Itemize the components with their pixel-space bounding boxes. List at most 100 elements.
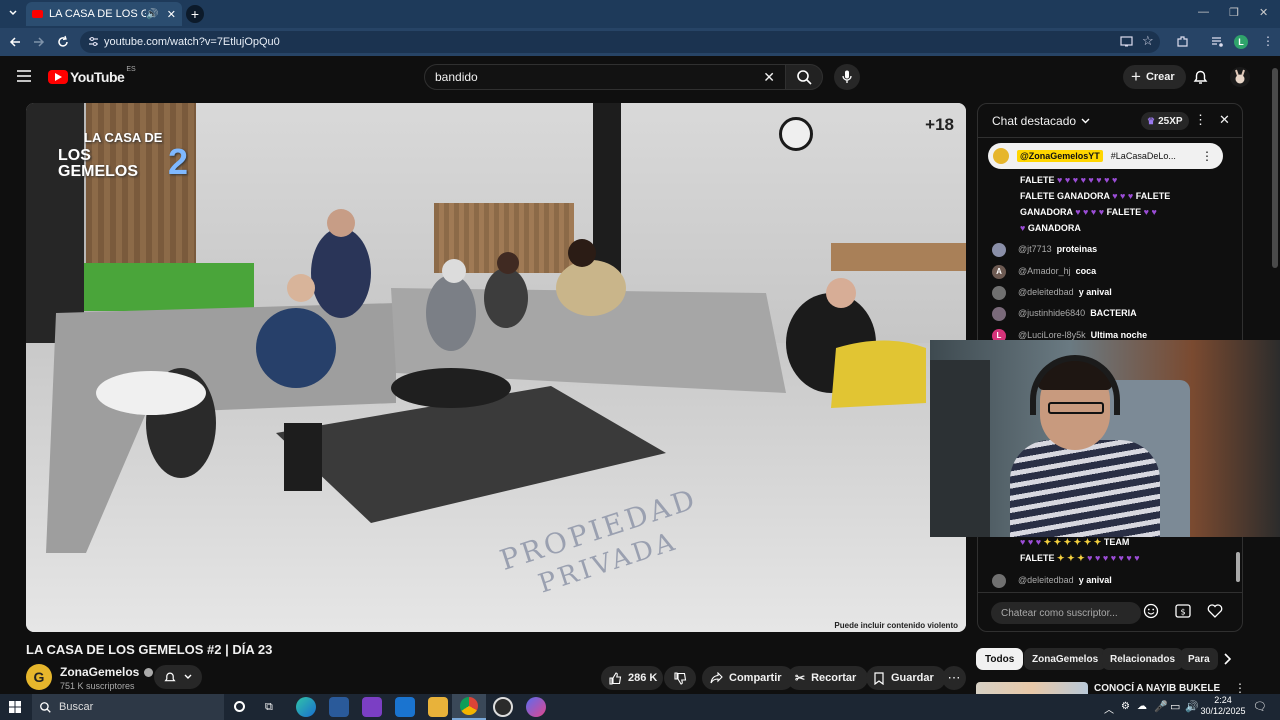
share-button[interactable]: Compartir: [702, 666, 794, 690]
chat-message[interactable]: @justinhide6840 BACTERIA: [992, 305, 1137, 321]
like-button[interactable]: 286 K: [601, 666, 663, 690]
create-button[interactable]: + Crear: [1123, 65, 1186, 89]
chat-message[interactable]: @deleitedbad y anival: [992, 284, 1112, 300]
close-chat-icon[interactable]: ✕: [1219, 112, 1230, 128]
tray-chevron-icon[interactable]: ︿: [1104, 701, 1114, 716]
hamburger-menu-icon[interactable]: [17, 70, 31, 82]
tab-close-icon[interactable]: ✕: [167, 8, 176, 21]
pinned-message[interactable]: @ZonaGemelosYT #LaCasaDeLo... ⋮: [988, 143, 1223, 169]
task-view-icon[interactable]: ⧉: [265, 701, 273, 714]
volume-icon[interactable]: 🔊: [1185, 700, 1199, 713]
restore-window-icon[interactable]: ❐: [1229, 6, 1239, 19]
xp-badge[interactable]: ♛ 25XP: [1141, 112, 1189, 130]
site-info-icon[interactable]: [88, 36, 99, 47]
youtube-header: YouTube ES bandido ✕ + Crear: [0, 56, 1270, 100]
heart-reaction-icon[interactable]: [1207, 604, 1223, 618]
account-avatar[interactable]: [1230, 67, 1250, 87]
create-label: Crear: [1145, 71, 1175, 83]
chrome-taskbar-item[interactable]: [452, 694, 486, 720]
chat-text: Ultima noche: [1090, 330, 1148, 340]
url-field[interactable]: youtube.com/watch?v=7EtlujOpQu0: [80, 31, 1160, 53]
obs-icon[interactable]: [493, 697, 513, 717]
messenger-icon[interactable]: [526, 697, 546, 717]
cast-icon[interactable]: [1120, 35, 1133, 48]
heart-emoji-icon: ♥ ♥ ♥: [1112, 191, 1134, 201]
super-chat-icon[interactable]: $: [1175, 604, 1191, 618]
chip-para[interactable]: Para: [1180, 648, 1218, 670]
store-icon[interactable]: [329, 697, 349, 717]
minimize-window-icon[interactable]: —: [1198, 6, 1209, 18]
cortana-icon[interactable]: [234, 701, 245, 712]
chips-next-chevron-icon[interactable]: [1223, 653, 1231, 665]
chat-scrollbar[interactable]: [1236, 552, 1240, 582]
chip-todos[interactable]: Todos: [976, 648, 1024, 670]
chip-zonagemelos[interactable]: ZonaGemelos: [1024, 648, 1107, 670]
profile-avatar[interactable]: L: [1234, 35, 1248, 49]
related-menu-icon[interactable]: ⋮: [1234, 681, 1246, 695]
chat-input[interactable]: Chatear como suscriptor...: [991, 602, 1141, 624]
chat-author: @deleitedbad: [1018, 575, 1074, 585]
new-tab-button[interactable]: +: [186, 5, 204, 23]
youtube-logo[interactable]: YouTube ES: [48, 66, 136, 85]
more-actions-button[interactable]: ⋯: [942, 666, 966, 690]
network-icon[interactable]: ▭: [1170, 700, 1180, 713]
reload-icon[interactable]: [56, 35, 70, 49]
channel-avatar[interactable]: G: [26, 664, 52, 690]
heart-emoji-icon: ♥ ♥ ♥: [1020, 537, 1042, 547]
search-input[interactable]: bandido ✕: [424, 64, 786, 90]
clear-search-icon[interactable]: ✕: [763, 69, 775, 86]
bookmark-star-icon[interactable]: ☆: [1142, 33, 1154, 49]
chat-author: @justinhide6840: [1018, 308, 1086, 318]
pinned-menu-icon[interactable]: ⋮: [1201, 149, 1213, 163]
audio-playing-icon[interactable]: 🔊: [146, 9, 158, 20]
chat-message[interactable]: A @Amador_hj coca: [992, 263, 1096, 279]
save-button[interactable]: Guardar: [866, 666, 946, 690]
browser-tab-bar: LA CASA DE LOS GEMELOS 🔊 ✕ + — ❐ ✕: [0, 0, 1280, 28]
emoji-icon[interactable]: [1143, 603, 1159, 619]
chat-menu-icon[interactable]: ⋮: [1194, 112, 1207, 128]
related-video-title[interactable]: CONOCÍ A NAYIB BUKELE: [1094, 683, 1220, 694]
channel-name[interactable]: ZonaGemelos: [60, 665, 154, 679]
file-explorer-icon[interactable]: [428, 697, 448, 717]
chip-relacionados[interactable]: Relacionados: [1102, 648, 1184, 670]
page-scrollbar-thumb[interactable]: [1272, 68, 1278, 268]
browser-tab[interactable]: LA CASA DE LOS GEMELOS 🔊 ✕: [26, 2, 182, 26]
dislike-button[interactable]: [664, 666, 696, 690]
voice-search-button[interactable]: [834, 64, 860, 90]
sparkles-icon: ✦ ✦ ✦ ✦ ✦ ✦: [1043, 537, 1102, 547]
outlook-icon[interactable]: [395, 697, 415, 717]
media-controls-icon[interactable]: [1211, 35, 1224, 48]
search-button[interactable]: [785, 64, 823, 90]
chat-message[interactable]: @deleitedbad y anival: [992, 572, 1112, 588]
notifications-icon[interactable]: 🗨: [1253, 700, 1267, 713]
back-arrow-icon[interactable]: [8, 35, 22, 49]
edge-icon[interactable]: [296, 697, 316, 717]
chip-label: ZonaGemelos: [1032, 653, 1099, 665]
pinned-author: @ZonaGemelosYT: [1017, 150, 1103, 162]
onedrive-icon[interactable]: ☁: [1137, 701, 1147, 712]
clock[interactable]: 2:24 30/12/2025: [1200, 695, 1246, 717]
share-label: Compartir: [729, 672, 782, 684]
extensions-icon[interactable]: [1176, 35, 1189, 48]
subscription-bell-button[interactable]: [154, 665, 202, 689]
tray-app-icon[interactable]: ⚙: [1121, 701, 1130, 712]
chat-message-block-bottom: ♥ ♥ ♥ ✦ ✦ ✦ ✦ ✦ ✦ TEAM FALETE ✦ ✦ ✦ ♥ ♥ …: [1020, 534, 1230, 566]
chat-mode-dropdown[interactable]: Chat destacado: [992, 114, 1090, 128]
related-video-thumbnail[interactable]: [976, 682, 1088, 694]
chat-block-line3: GANADORA: [1020, 207, 1073, 217]
youtube-play-icon: [48, 70, 68, 84]
clip-button[interactable]: ✂ Recortar: [787, 666, 869, 690]
tab-list-chevron-icon[interactable]: [8, 8, 18, 18]
notifications-bell-icon[interactable]: [1193, 69, 1208, 85]
visual-studio-icon[interactable]: [362, 697, 382, 717]
video-player[interactable]: PROPIEDAD PRIVADA LA CASA DE LOS GEMELOS…: [26, 103, 966, 632]
close-window-icon[interactable]: ✕: [1259, 6, 1268, 19]
microphone-tray-icon[interactable]: 🎤: [1154, 700, 1168, 713]
browser-menu-icon[interactable]: ⋮: [1262, 34, 1274, 48]
heart-emoji-icon: ♥: [1020, 223, 1026, 233]
taskbar-search-input[interactable]: Buscar: [32, 694, 224, 720]
forward-arrow-icon[interactable]: [32, 35, 46, 49]
microphone-icon: [842, 70, 852, 84]
windows-start-icon[interactable]: [9, 701, 21, 713]
chat-message[interactable]: @jt7713 proteinas: [992, 241, 1097, 257]
